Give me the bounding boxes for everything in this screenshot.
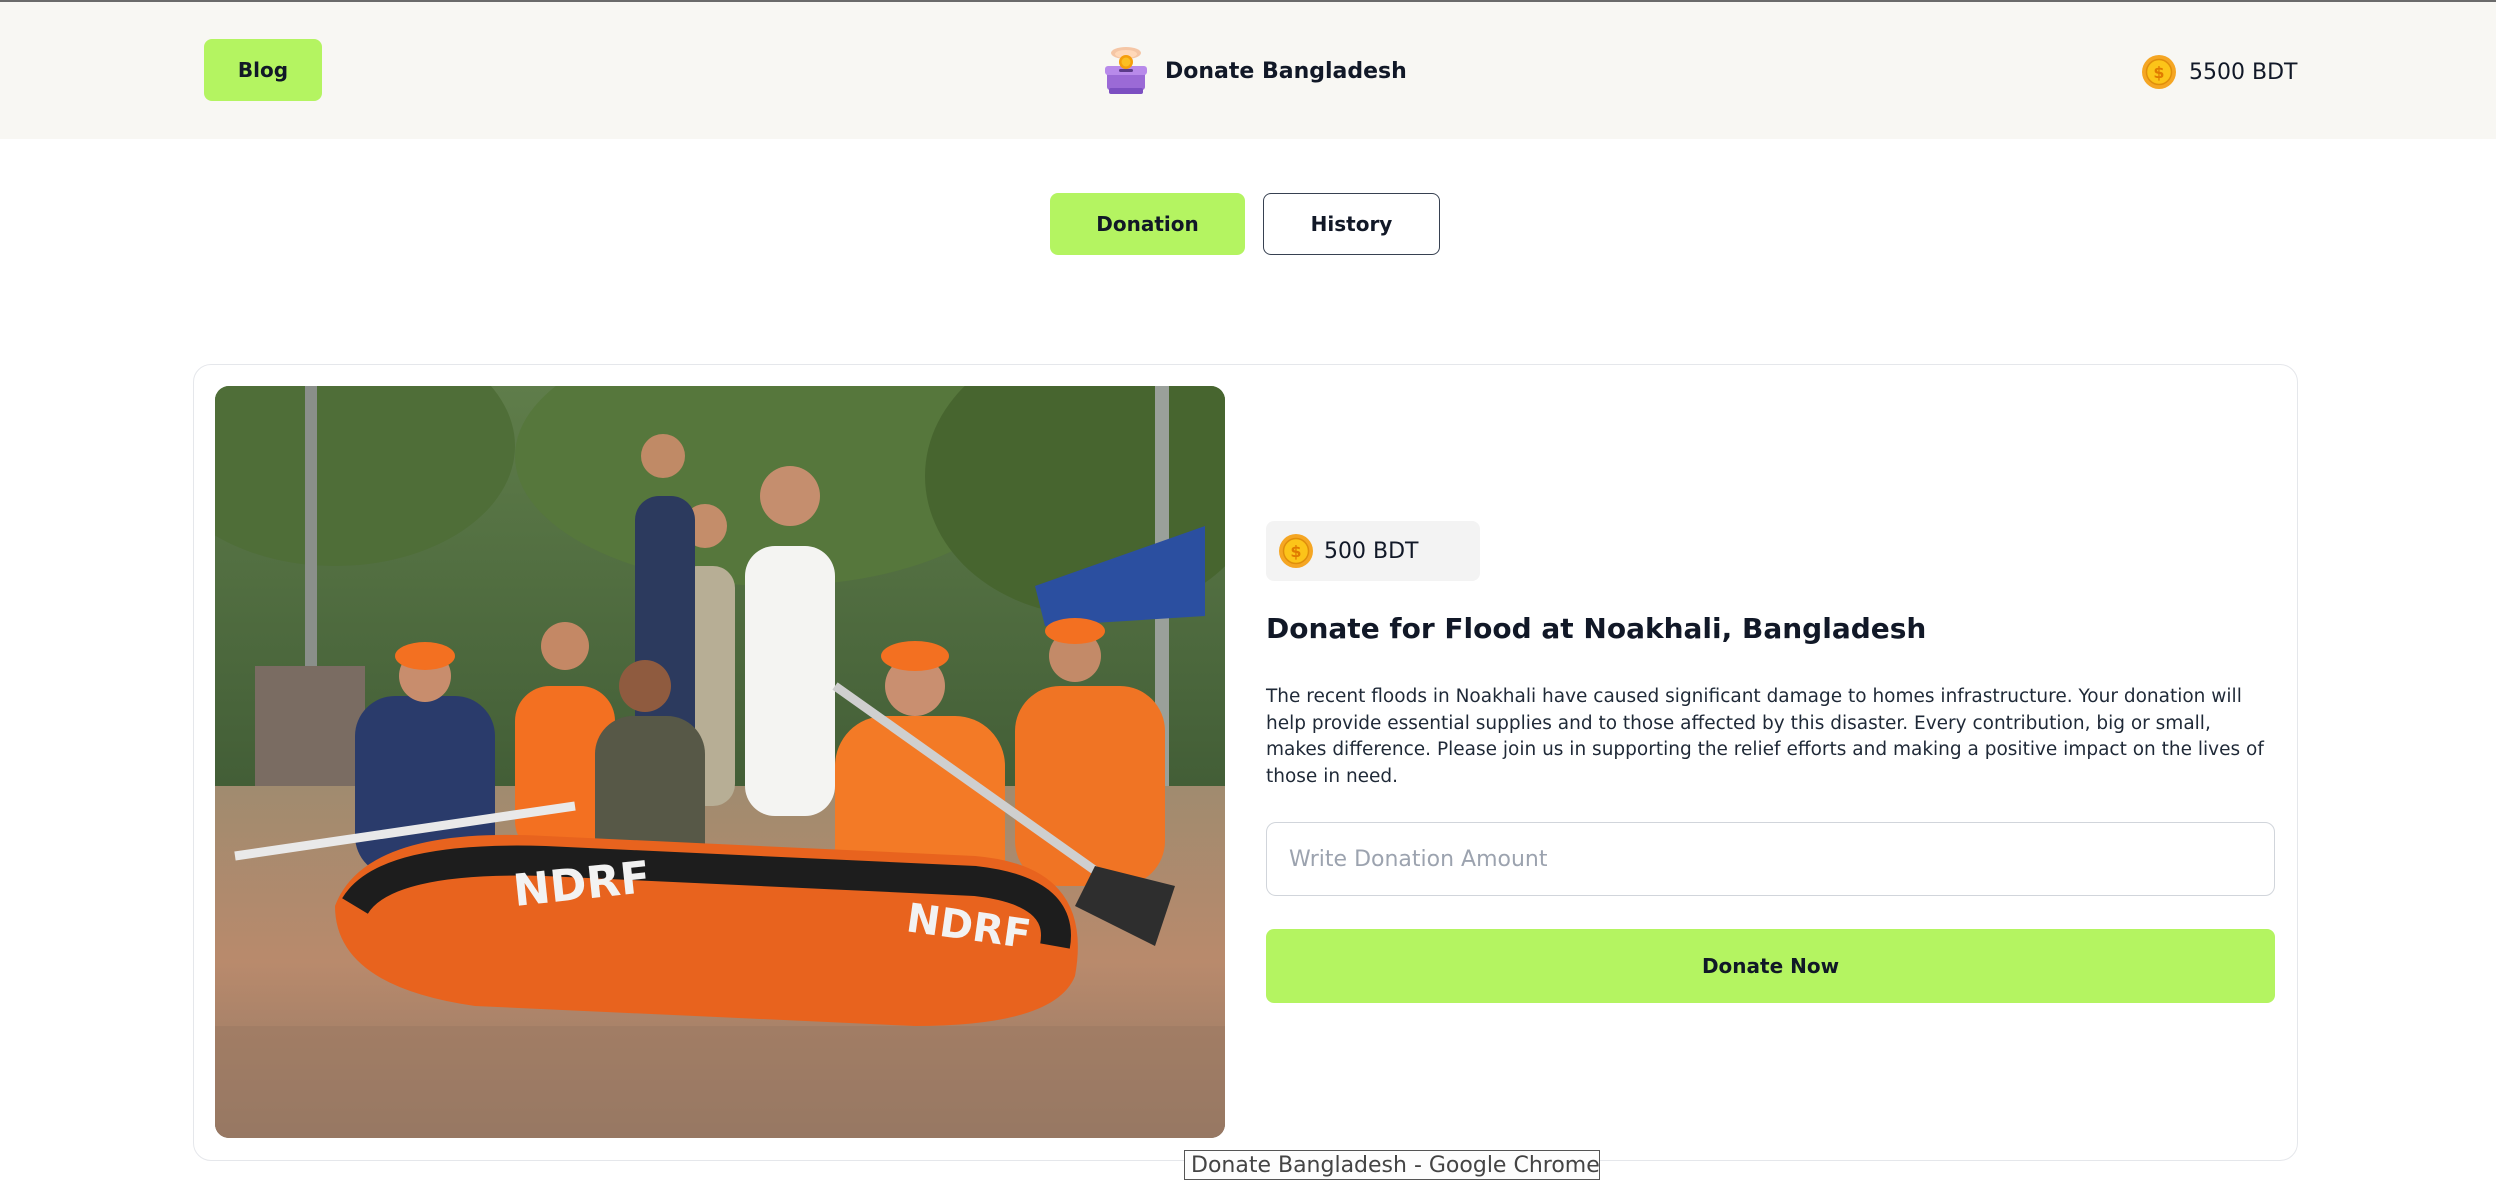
brand-name: Donate Bangladesh: [1165, 58, 1407, 84]
top-navbar: Blog Donate Bangladesh $ 5500 BDT: [0, 2, 2496, 139]
donation-box-logo-icon: [1105, 47, 1147, 94]
balance-amount: 5500 BDT: [2189, 59, 2298, 85]
tab-history[interactable]: History: [1263, 193, 1440, 255]
coin-icon: $: [2142, 55, 2176, 89]
flood-rescue-photo: NDRF NDRF: [215, 386, 1225, 1138]
blog-button[interactable]: Blog: [204, 39, 322, 101]
goal-amount-badge: $ 500 BDT: [1266, 521, 1480, 581]
brand: Donate Bangladesh: [1099, 44, 1407, 98]
donation-amount-input[interactable]: [1266, 822, 2275, 896]
svg-text:$: $: [1290, 542, 1301, 561]
tab-donation[interactable]: Donation: [1050, 193, 1245, 255]
balance-display: $ 5500 BDT: [2141, 54, 2297, 90]
card-title: Donate for Flood at Noakhali, Bangladesh: [1266, 612, 1927, 645]
coin-icon: $: [1279, 534, 1313, 568]
donate-now-button[interactable]: Donate Now: [1266, 929, 2275, 1003]
svg-text:$: $: [2153, 63, 2164, 82]
goal-amount: 500 BDT: [1324, 538, 1419, 564]
card-description: The recent floods in Noakhali have cause…: [1266, 686, 2264, 787]
flood-rescue-image: NDRF NDRF: [215, 386, 1225, 1138]
